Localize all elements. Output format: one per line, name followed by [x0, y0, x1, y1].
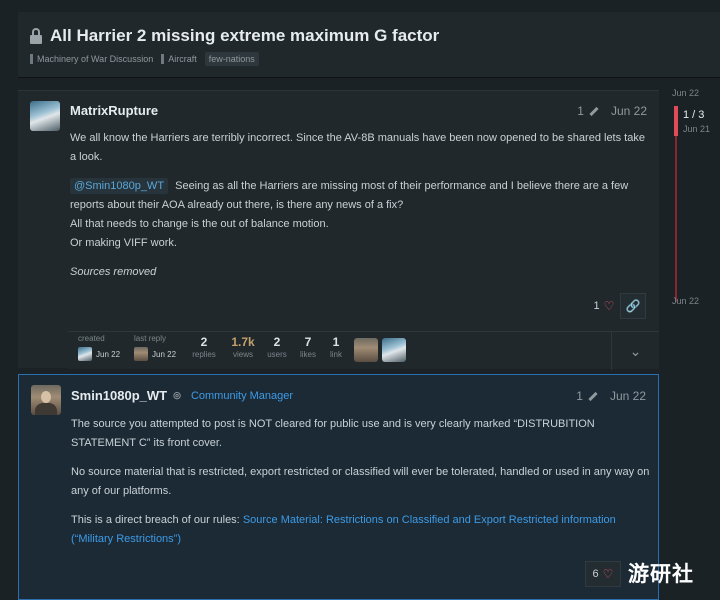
users-count: 2: [273, 335, 281, 349]
post-line: Or making VIFF work.: [70, 237, 177, 249]
created-stat[interactable]: created Jun 22: [78, 334, 120, 361]
replies-label: replies: [192, 350, 216, 359]
created-date: Jun 22: [96, 349, 121, 359]
timeline-start-date[interactable]: Jun 22: [672, 88, 699, 98]
post-1: MatrixRupture 1 Jun 22 We all know the H…: [18, 90, 659, 370]
post-date[interactable]: Jun 22: [611, 104, 647, 118]
like-count: 1: [593, 300, 600, 312]
like-count: 6: [592, 568, 599, 580]
likes-stat: 7 likes: [297, 334, 319, 359]
heart-icon: ♡: [603, 299, 615, 313]
timeline-position: 1 / 3: [683, 109, 705, 121]
heart-icon: ♡: [602, 567, 614, 581]
users-label: users: [267, 350, 287, 359]
avatar[interactable]: [30, 101, 60, 131]
post-content: We all know the Harriers are terribly in…: [70, 129, 650, 282]
likes-count: 7: [304, 335, 312, 349]
views-count: 1.7k: [231, 335, 255, 349]
category-link[interactable]: Machinery of War Discussion: [37, 54, 153, 64]
avatar: [78, 347, 92, 361]
timeline-position-date: Jun 21: [683, 124, 711, 134]
edit-count[interactable]: 1: [576, 389, 583, 403]
last-reply-label: last reply: [134, 334, 167, 343]
timeline-end-date[interactable]: Jun 22: [672, 296, 699, 306]
likes-label: likes: [299, 350, 316, 359]
like-button[interactable]: 6 ♡: [585, 561, 621, 587]
subcategory-link[interactable]: Aircraft: [168, 54, 197, 64]
topic-map: created Jun 22 last reply Jun 22 2 repli…: [68, 331, 659, 370]
lock-icon: [30, 28, 42, 44]
pencil-icon[interactable]: [588, 391, 598, 401]
avatar[interactable]: [31, 385, 61, 415]
participant-avatar[interactable]: [382, 338, 406, 362]
sources-note: Sources removed: [70, 266, 157, 278]
user-title[interactable]: Community Manager: [191, 390, 293, 402]
last-reply-stat[interactable]: last reply Jun 22: [134, 334, 176, 361]
user-mention[interactable]: @Smin1080p_WT: [70, 178, 169, 194]
breadcrumb: Machinery of War Discussion Aircraft few…: [30, 52, 259, 66]
post-author-row: Smin1080p_WT ◎ Community Manager: [71, 388, 293, 403]
category-swatch: [30, 54, 33, 64]
post-author[interactable]: Smin1080p_WT: [71, 388, 167, 403]
tag-few-nations[interactable]: few-nations: [204, 52, 259, 66]
replies-count: 2: [200, 335, 208, 349]
like-button[interactable]: 1 ♡: [584, 293, 624, 319]
post-meta: 1 Jun 22: [577, 104, 647, 118]
link-icon: 🔗: [625, 299, 641, 313]
post-line: All that needs to change is the out of b…: [70, 218, 329, 230]
last-reply-date: Jun 22: [152, 349, 177, 359]
post-2: Smin1080p_WT ◎ Community Manager 1 Jun 2…: [18, 374, 659, 600]
post-paragraph: The source you attempted to post is NOT …: [71, 418, 595, 449]
post-paragraph: We all know the Harriers are terribly in…: [70, 132, 645, 163]
post-content: The source you attempted to post is NOT …: [71, 415, 651, 559]
expand-topic-map-button[interactable]: ⌄: [611, 332, 659, 370]
created-label: created: [78, 334, 105, 343]
views-label: views: [232, 350, 253, 359]
shield-icon: ◎: [173, 390, 181, 400]
replies-stat: 2 replies: [192, 334, 216, 359]
pencil-icon[interactable]: [589, 106, 599, 116]
title-row: All Harrier 2 missing extreme maximum G …: [30, 26, 439, 46]
topic-title[interactable]: All Harrier 2 missing extreme maximum G …: [50, 26, 439, 46]
watermark: 游研社: [628, 563, 694, 586]
post-paragraph: This is a direct breach of our rules:: [71, 514, 240, 526]
edit-count[interactable]: 1: [577, 104, 584, 118]
links-label: link: [329, 350, 342, 359]
post-date[interactable]: Jun 22: [610, 389, 646, 403]
participant-avatar[interactable]: [354, 338, 378, 362]
topic-timeline[interactable]: Jun 22 1 / 3 Jun 21 Jun 22: [670, 88, 720, 318]
share-link-button[interactable]: 🔗: [620, 293, 646, 319]
timeline-handle[interactable]: [674, 106, 678, 136]
links-stat[interactable]: 1 link: [328, 334, 344, 359]
users-stat: 2 users: [266, 334, 288, 359]
views-stat: 1.7k views: [228, 334, 258, 359]
chevron-down-icon: ⌄: [629, 342, 642, 359]
avatar: [134, 347, 148, 361]
post-author[interactable]: MatrixRupture: [70, 103, 158, 118]
post-paragraph: No source material that is restricted, e…: [71, 466, 650, 497]
post-meta: 1 Jun 22: [576, 389, 646, 403]
subcategory-swatch: [161, 54, 165, 64]
topic-header: All Harrier 2 missing extreme maximum G …: [18, 12, 720, 78]
links-count: 1: [332, 335, 340, 349]
